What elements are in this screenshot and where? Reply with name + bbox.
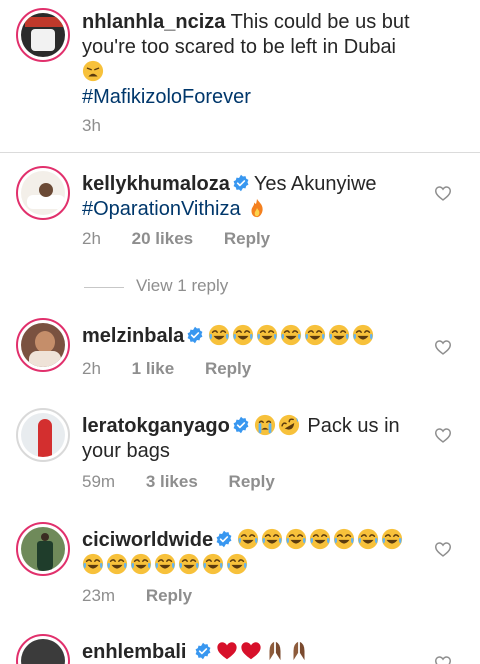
reply-button[interactable]: Reply — [146, 586, 192, 605]
comment-hashtag[interactable]: #OparationVithiza — [82, 198, 241, 220]
comment-likes[interactable]: 3 likes — [146, 472, 198, 491]
reply-button[interactable]: Reply — [205, 359, 251, 378]
joy-emoji — [202, 553, 224, 575]
like-heart-icon[interactable] — [434, 655, 452, 664]
joy-emoji — [281, 324, 302, 346]
avatar-image — [21, 171, 65, 215]
crying-emoji — [254, 414, 275, 436]
joy-emoji — [154, 553, 176, 575]
weary-emoji — [82, 60, 104, 82]
heart-emoji — [217, 642, 237, 660]
joy-emoji — [286, 528, 307, 550]
caption-username[interactable]: nhlanhla_nciza — [82, 11, 225, 33]
joy-emoji — [353, 324, 374, 346]
caption-hashtag[interactable]: #MafikizoloForever — [82, 86, 251, 108]
comment-text: melzinbala — [82, 324, 422, 349]
emoji-row — [216, 641, 312, 663]
view-replies-button[interactable]: View 1 reply — [84, 276, 284, 298]
like-heart-icon[interactable] — [434, 185, 452, 201]
joy-emoji — [106, 553, 128, 575]
caption-meta: 3h — [82, 116, 127, 136]
emoji-row — [237, 528, 405, 551]
comment-time: 59m — [82, 472, 116, 491]
fire-emoji — [251, 198, 263, 218]
avatar[interactable] — [16, 408, 70, 462]
comment-text: enhlembali — [82, 640, 422, 664]
comment-time: 23m — [82, 586, 116, 605]
avatar-image — [21, 527, 65, 571]
view-replies-line — [84, 287, 124, 288]
comment-username[interactable]: ciciworldwide — [82, 529, 213, 551]
avatar[interactable] — [16, 166, 70, 220]
comment-meta: 59m 3 likes Reply — [82, 472, 301, 492]
joy-emoji — [233, 324, 254, 346]
verified-badge-icon — [216, 530, 232, 548]
comment-username[interactable]: enhlembali — [82, 641, 186, 663]
avatar[interactable] — [16, 318, 70, 372]
hands-emoji — [293, 641, 305, 661]
caption-text: nhlanhla_nciza This could be us but you'… — [82, 10, 422, 110]
hands-emoji — [269, 641, 281, 661]
joy-emoji — [238, 528, 259, 550]
joy-emoji — [226, 553, 248, 575]
verified-badge-icon — [195, 642, 211, 660]
emoji-row — [254, 414, 302, 437]
like-heart-icon[interactable] — [434, 427, 452, 443]
joy-emoji — [178, 553, 200, 575]
reply-button[interactable]: Reply — [224, 229, 270, 248]
reply-button[interactable]: Reply — [229, 472, 275, 491]
comment-meta: 23m Reply — [82, 586, 218, 606]
joy-emoji — [82, 553, 104, 575]
joy-emoji — [257, 324, 278, 346]
joy-emoji — [358, 528, 379, 550]
avatar[interactable] — [16, 522, 70, 576]
joy-emoji — [209, 324, 230, 346]
emoji-row — [208, 324, 376, 347]
comment-body: Yes Akunyiwe — [253, 173, 377, 195]
rofl-emoji — [278, 414, 299, 436]
verified-badge-icon — [233, 416, 249, 434]
post-caption: nhlanhla_nciza This could be us but you'… — [0, 0, 480, 152]
comment-text: kellykhumaloza Yes Akunyiwe #OparationVi… — [82, 172, 422, 222]
avatar-image — [21, 639, 65, 664]
like-heart-icon[interactable] — [434, 339, 452, 355]
comment-meta: 2h 1 like Reply — [82, 359, 277, 379]
caption-time: 3h — [82, 116, 101, 135]
comment-username[interactable]: leratokganyago — [82, 415, 230, 437]
comment-likes[interactable]: 20 likes — [132, 229, 193, 248]
avatar-image — [21, 413, 65, 457]
joy-emoji — [262, 528, 283, 550]
joy-emoji — [334, 528, 355, 550]
emoji-row — [82, 553, 250, 576]
view-replies-label: View 1 reply — [136, 276, 229, 295]
verified-badge-icon — [187, 326, 203, 344]
comment-time: 2h — [82, 359, 101, 378]
verified-badge-icon — [233, 174, 249, 192]
joy-emoji — [305, 324, 326, 346]
comment-time: 2h — [82, 229, 101, 248]
caption-divider — [0, 152, 480, 153]
comment-username[interactable]: kellykhumaloza — [82, 173, 230, 195]
comment-text: ciciworldwide — [82, 528, 422, 578]
comment-text: leratokganyago Pack us in your bags — [82, 414, 422, 464]
avatar-image — [21, 13, 65, 57]
avatar[interactable] — [16, 8, 70, 62]
comment-meta: 2h 20 likes Reply — [82, 229, 296, 249]
avatar[interactable] — [16, 634, 70, 664]
heart-emoji — [241, 642, 261, 660]
comment-username[interactable]: melzinbala — [82, 325, 184, 347]
joy-emoji — [329, 324, 350, 346]
like-heart-icon[interactable] — [434, 541, 452, 557]
comment-likes[interactable]: 1 like — [132, 359, 175, 378]
joy-emoji — [310, 528, 331, 550]
avatar-image — [21, 323, 65, 367]
joy-emoji — [382, 528, 403, 550]
joy-emoji — [130, 553, 152, 575]
